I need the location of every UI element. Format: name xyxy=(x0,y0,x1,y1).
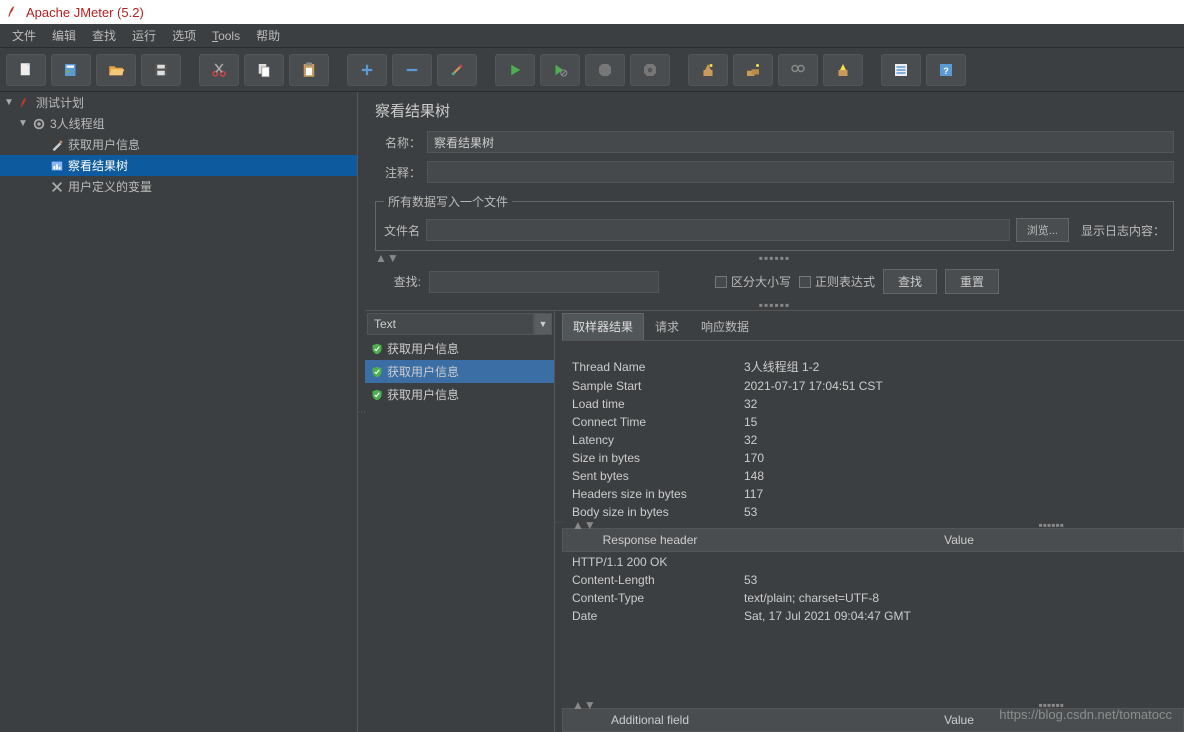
expand-button[interactable] xyxy=(347,54,387,86)
menu-help[interactable]: 帮助 xyxy=(248,27,288,44)
tab-request[interactable]: 请求 xyxy=(644,313,690,340)
collapse-button[interactable] xyxy=(392,54,432,86)
renderer-select[interactable]: Text ▼ xyxy=(367,313,552,335)
reset-button[interactable]: 重置 xyxy=(945,269,999,294)
tree-sampler[interactable]: 获取用户信息 xyxy=(0,134,357,155)
shutdown-button[interactable] xyxy=(630,54,670,86)
response-header-table-head: Response headerValue xyxy=(562,528,1184,552)
filename-label: 文件名 xyxy=(384,222,420,239)
toolbar: ? xyxy=(0,48,1184,92)
menu-options[interactable]: 选项 xyxy=(164,27,204,44)
tree-test-plan[interactable]: ▼测试计划 xyxy=(0,92,357,113)
comment-label: 注释： xyxy=(375,164,421,181)
name-input[interactable] xyxy=(427,131,1174,153)
case-sensitive-checkbox[interactable]: 区分大小写 xyxy=(715,273,791,290)
browse-button[interactable]: 浏览... xyxy=(1016,218,1069,242)
title-bar: Apache JMeter (5.2) xyxy=(0,0,1184,24)
search-label: 查找: xyxy=(375,273,421,290)
panel-title: 察看结果树 xyxy=(365,92,1184,127)
tree-user-vars[interactable]: 用户定义的变量 xyxy=(0,176,357,197)
start-no-pause-button[interactable] xyxy=(540,54,580,86)
comment-input[interactable] xyxy=(427,161,1174,183)
chevron-down-icon[interactable]: ▼ xyxy=(534,313,552,335)
results-splitter[interactable]: ⋮ xyxy=(555,311,562,732)
open-button[interactable] xyxy=(96,54,136,86)
cut-button[interactable] xyxy=(199,54,239,86)
clear-all-button[interactable] xyxy=(733,54,773,86)
search-input[interactable] xyxy=(429,271,659,293)
save-button[interactable] xyxy=(141,54,181,86)
start-button[interactable] xyxy=(495,54,535,86)
function-helper-button[interactable] xyxy=(823,54,863,86)
sample-list[interactable]: 获取用户信息 获取用户信息 获取用户信息 xyxy=(365,337,554,732)
menu-run[interactable]: 运行 xyxy=(124,27,164,44)
additional-field-table-head: Additional fieldValue xyxy=(562,708,1184,732)
horizontal-splitter-1[interactable]: ▲▼▪▪▪▪▪▪ xyxy=(365,253,1184,263)
file-write-fieldset: 所有数据写入一个文件 文件名 浏览... 显示日志内容： xyxy=(375,193,1174,251)
paste-button[interactable] xyxy=(289,54,329,86)
menu-search[interactable]: 查找 xyxy=(84,27,124,44)
regex-checkbox[interactable]: 正则表达式 xyxy=(799,273,875,290)
menu-tools[interactable]: Tools xyxy=(204,29,248,43)
sampler-details-table: Thread Name3人线程组 1-2 Sample Start2021-07… xyxy=(562,355,1184,522)
stop-button[interactable] xyxy=(585,54,625,86)
tree-listener-results[interactable]: 察看结果树 xyxy=(0,155,357,176)
showlog-label: 显示日志内容： xyxy=(1081,222,1165,239)
help-button[interactable]: ? xyxy=(926,54,966,86)
copy-button[interactable] xyxy=(244,54,284,86)
horizontal-splitter-2[interactable]: ▪▪▪▪▪▪ xyxy=(365,300,1184,310)
test-plan-tree[interactable]: ▼测试计划 ▼3人线程组 获取用户信息 察看结果树 用户定义的变量 xyxy=(0,92,358,732)
toggle-button[interactable] xyxy=(437,54,477,86)
sample-item[interactable]: 获取用户信息 xyxy=(365,360,554,383)
options-button[interactable] xyxy=(881,54,921,86)
detail-splitter-1[interactable]: ▲▼▪▪▪▪▪▪ xyxy=(562,522,1184,528)
tree-thread-group[interactable]: ▼3人线程组 xyxy=(0,113,357,134)
result-tabs: 取样器结果 请求 响应数据 xyxy=(562,311,1184,341)
templates-button[interactable] xyxy=(51,54,91,86)
new-button[interactable] xyxy=(6,54,46,86)
sample-item[interactable]: 获取用户信息 xyxy=(365,383,554,406)
tab-response[interactable]: 响应数据 xyxy=(690,313,760,340)
jmeter-icon xyxy=(6,5,20,19)
tab-sampler-result[interactable]: 取样器结果 xyxy=(562,313,644,340)
menu-bar: 文件 编辑 查找 运行 选项 Tools 帮助 xyxy=(0,24,1184,48)
name-label: 名称： xyxy=(375,134,421,151)
response-header-table: HTTP/1.1 200 OK Content-Length53 Content… xyxy=(562,552,1184,626)
clear-button[interactable] xyxy=(688,54,728,86)
search-button[interactable]: 查找 xyxy=(883,269,937,294)
filename-input[interactable] xyxy=(426,219,1010,241)
vertical-splitter[interactable]: ⋮ xyxy=(358,92,365,732)
window-title: Apache JMeter (5.2) xyxy=(26,5,144,20)
menu-file[interactable]: 文件 xyxy=(4,27,44,44)
menu-edit[interactable]: 编辑 xyxy=(44,27,84,44)
detail-splitter-2[interactable]: ▲▼▪▪▪▪▪▪ xyxy=(562,702,1184,708)
svg-text:?: ? xyxy=(943,65,949,75)
sample-item[interactable]: 获取用户信息 xyxy=(365,337,554,360)
search-tree-button[interactable] xyxy=(778,54,818,86)
